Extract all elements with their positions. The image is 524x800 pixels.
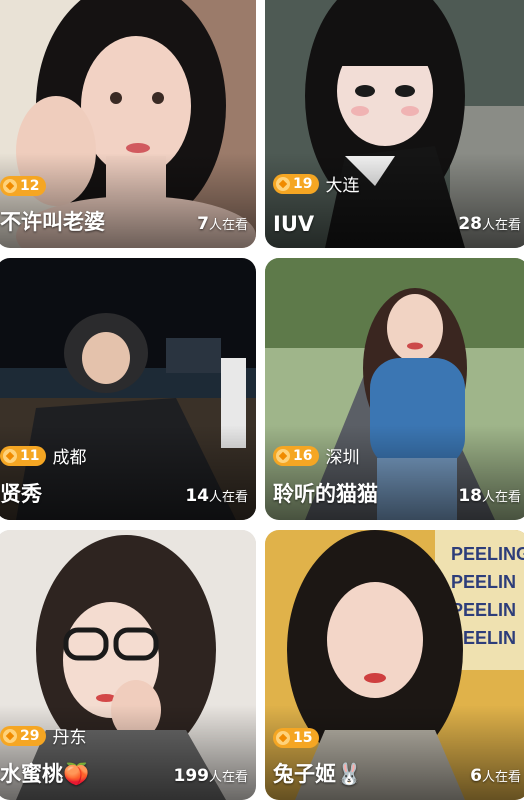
viewer-suffix: 人在看 bbox=[208, 770, 248, 785]
stream-card-4[interactable]: 16 深圳 聆听的猫猫 18人在看 bbox=[265, 258, 524, 520]
poster-text: PEELING bbox=[451, 544, 524, 564]
level-badge: 16 bbox=[273, 445, 320, 466]
streamer-name: IUV bbox=[273, 212, 315, 236]
level-badge-icon bbox=[3, 448, 17, 463]
level-number: 19 bbox=[293, 175, 313, 192]
level-badge-icon bbox=[3, 179, 17, 193]
streamer-name: 贤秀 bbox=[0, 482, 42, 506]
viewer-number: 14 bbox=[185, 486, 209, 506]
streamer-name: 水蜜桃🍑 bbox=[0, 762, 90, 786]
svg-text:PEELIN: PEELIN bbox=[451, 600, 516, 620]
viewer-suffix: 人在看 bbox=[208, 218, 248, 233]
level-badge-icon bbox=[3, 728, 17, 743]
viewer-suffix: 人在看 bbox=[481, 490, 521, 505]
stream-card-5[interactable]: 29 丹东 水蜜桃🍑 199人在看 bbox=[0, 530, 256, 800]
level-number: 16 bbox=[293, 447, 313, 464]
level-badge: 29 bbox=[0, 725, 47, 746]
level-badge: 19 bbox=[273, 173, 320, 194]
level-number: 11 bbox=[20, 447, 40, 464]
viewer-suffix: 人在看 bbox=[208, 490, 248, 505]
streamer-name: 不许叫老婆 bbox=[0, 210, 105, 234]
streamer-name: 兔子姬🐰 bbox=[273, 762, 363, 786]
stream-card-3[interactable]: 11 成都 贤秀 14人在看 bbox=[0, 258, 256, 520]
level-badge-icon bbox=[276, 731, 290, 745]
city-label: 深圳 bbox=[325, 448, 360, 468]
level-number: 12 bbox=[20, 178, 40, 194]
level-badge-icon bbox=[276, 448, 290, 463]
svg-text:PEELIN: PEELIN bbox=[451, 572, 516, 592]
stream-card-1[interactable]: 12 不许叫老婆 7人在看 bbox=[0, 0, 256, 248]
streamer-name: 聆听的猫猫 bbox=[273, 482, 378, 506]
viewer-count: 18人在看 bbox=[458, 486, 521, 506]
viewer-number: 6 bbox=[470, 766, 482, 786]
level-number: 29 bbox=[20, 727, 40, 744]
city-label: 成都 bbox=[52, 448, 87, 468]
city-label: 大连 bbox=[325, 176, 360, 196]
viewer-number: 7 bbox=[197, 214, 209, 234]
level-badge: 15 bbox=[273, 728, 320, 748]
viewer-number: 28 bbox=[458, 214, 482, 234]
viewer-count: 14人在看 bbox=[185, 486, 248, 506]
viewer-count: 28人在看 bbox=[458, 214, 521, 234]
level-number: 15 bbox=[293, 730, 313, 746]
viewer-number: 199 bbox=[173, 766, 209, 786]
level-badge: 12 bbox=[0, 176, 47, 196]
viewer-count: 6人在看 bbox=[470, 766, 521, 786]
viewer-count: 7人在看 bbox=[197, 214, 248, 234]
level-badge-icon bbox=[276, 176, 290, 191]
stream-card-6[interactable]: PEELING PEELIN PEELIN PEELIN 15 兔子姬🐰 6人在… bbox=[265, 530, 524, 800]
stream-card-2[interactable]: 19 大连 IUV 28人在看 bbox=[265, 0, 524, 248]
viewer-number: 18 bbox=[458, 486, 482, 506]
level-badge: 11 bbox=[0, 445, 47, 466]
viewer-count: 199人在看 bbox=[173, 766, 248, 786]
viewer-suffix: 人在看 bbox=[481, 770, 521, 785]
city-label: 丹东 bbox=[52, 728, 87, 748]
viewer-suffix: 人在看 bbox=[481, 218, 521, 233]
